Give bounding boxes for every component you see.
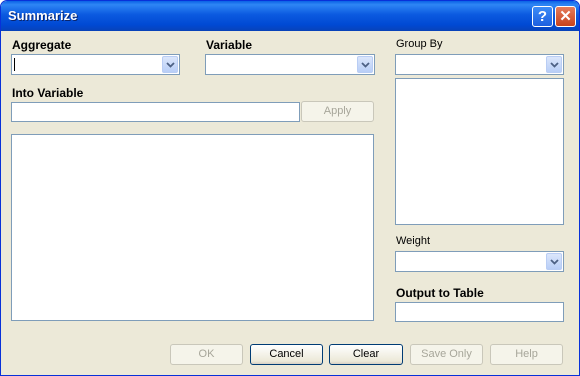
aggregate-label: Aggregate (12, 38, 72, 52)
group-by-dropdown[interactable] (395, 54, 564, 75)
apply-button[interactable]: Apply (301, 101, 374, 122)
chevron-down-icon[interactable] (546, 253, 562, 270)
into-variable-input[interactable] (11, 102, 300, 122)
chevron-down-icon[interactable] (546, 56, 562, 73)
clear-button[interactable]: Clear (329, 344, 403, 365)
text-caret (14, 58, 15, 71)
close-button[interactable]: ✕ (555, 6, 576, 27)
title-bar[interactable]: Summarize ? ✕ (1, 1, 579, 31)
weight-label: Weight (396, 235, 431, 247)
chevron-down-icon[interactable] (357, 56, 373, 73)
ok-button[interactable]: OK (170, 344, 243, 365)
save-only-button[interactable]: Save Only (410, 344, 483, 365)
variable-label: Variable (206, 38, 253, 52)
window-title: Summarize (8, 8, 78, 23)
group-by-label: Group By (396, 38, 443, 50)
chevron-down-icon[interactable] (162, 56, 178, 73)
output-to-table-input[interactable] (395, 302, 564, 322)
aggregate-dropdown[interactable] (11, 54, 180, 75)
help-title-button[interactable]: ? (532, 6, 553, 27)
output-to-table-label: Output to Table (396, 286, 484, 300)
group-by-list[interactable] (395, 78, 564, 225)
summarize-dialog: Summarize ? ✕ Aggregate Variable Group B… (0, 0, 580, 376)
weight-dropdown[interactable] (395, 251, 564, 272)
help-button[interactable]: Help (490, 344, 563, 365)
into-variable-label: Into Variable (12, 86, 84, 100)
cancel-button[interactable]: Cancel (250, 344, 323, 365)
variable-dropdown[interactable] (205, 54, 375, 75)
expression-list[interactable] (11, 134, 374, 321)
